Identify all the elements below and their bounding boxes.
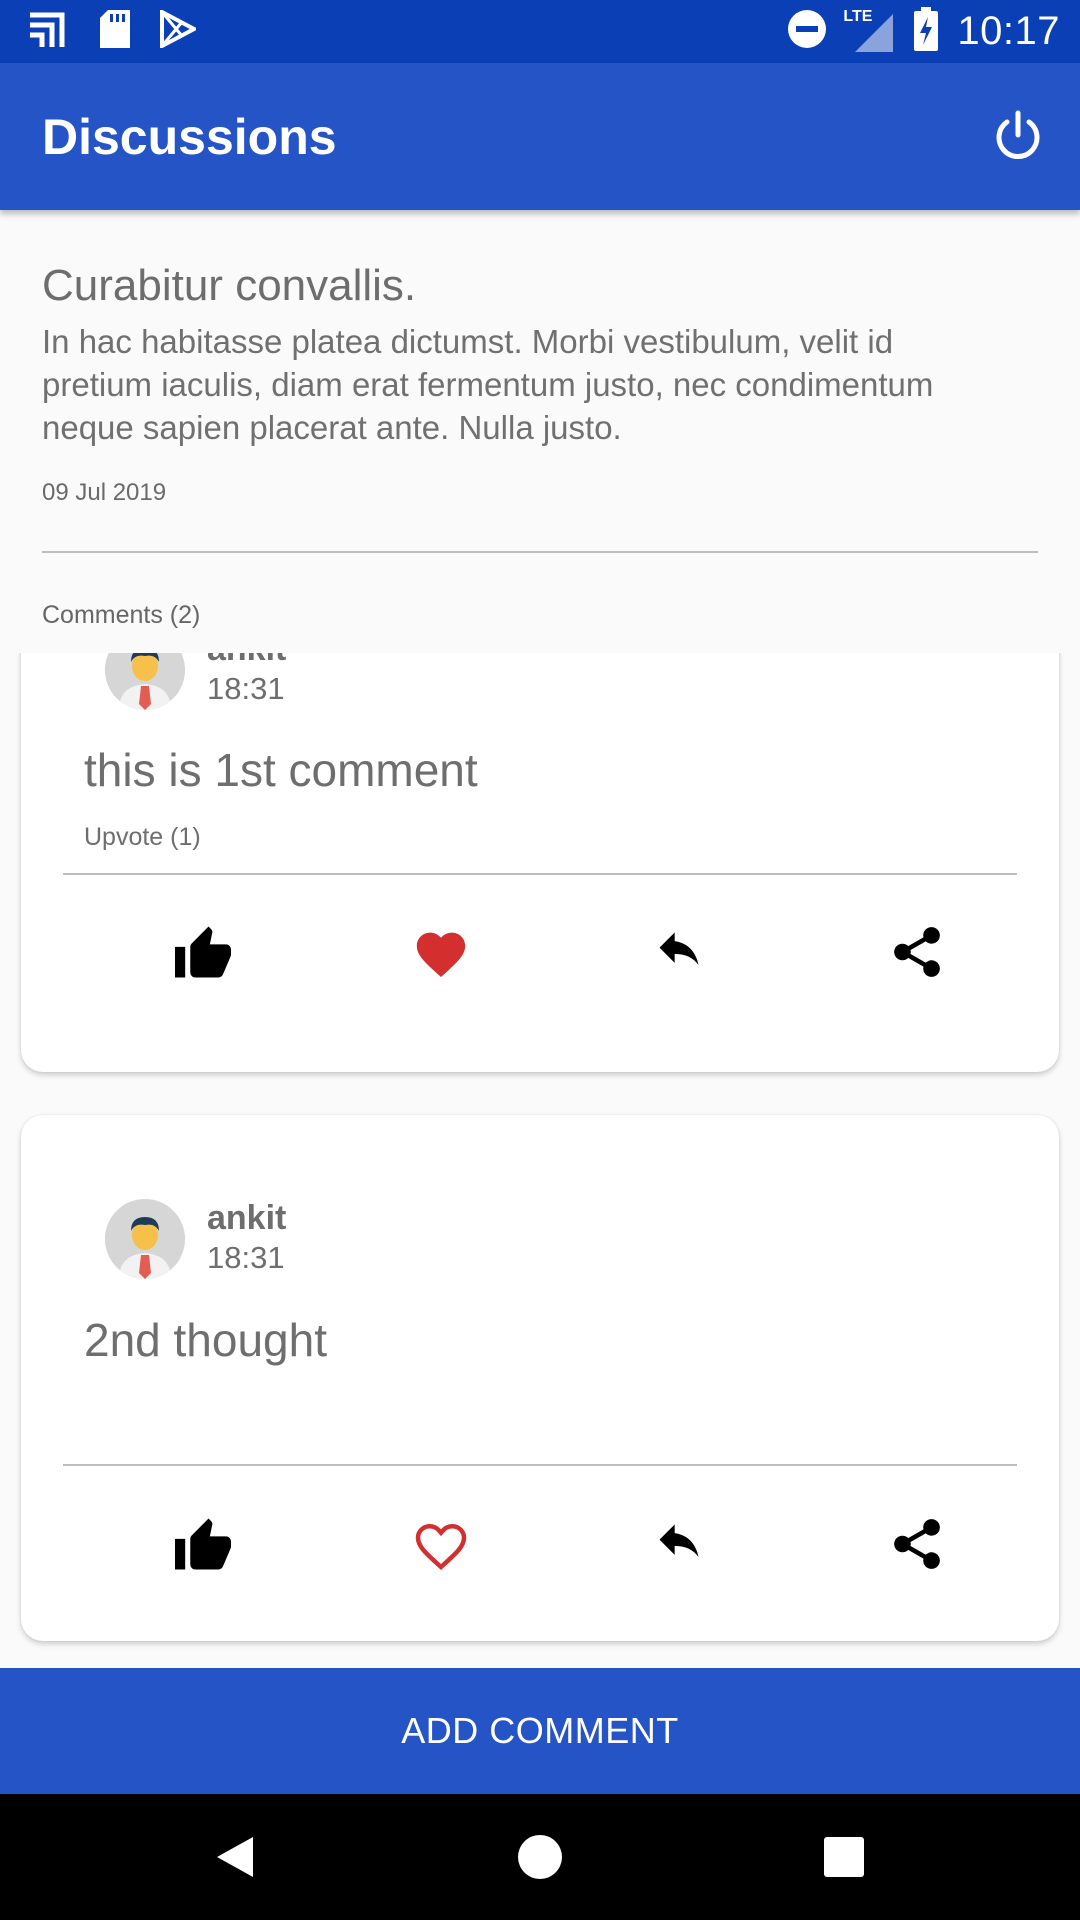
divider [63, 1464, 1017, 1466]
battery-charging-icon [913, 7, 939, 56]
avatar [105, 653, 185, 710]
do-not-disturb-icon [787, 9, 827, 54]
comment-actions [21, 902, 1059, 1002]
share-icon[interactable] [867, 1494, 967, 1594]
notification-stack-icon [26, 9, 70, 54]
home-icon[interactable] [508, 1825, 572, 1889]
comment-header: ankit 18:31 [105, 653, 286, 710]
upvote-count: Upvote (1) [84, 823, 201, 851]
comment-header: ankit 18:31 [105, 1199, 286, 1279]
navigation-bar [0, 1794, 1080, 1920]
comment-card: ankit 18:31 2nd thought [21, 1115, 1059, 1641]
divider [42, 551, 1038, 554]
power-icon[interactable] [990, 109, 1046, 165]
share-icon[interactable] [867, 902, 967, 1002]
play-store-icon [160, 8, 199, 53]
comment-time: 18:31 [207, 1240, 285, 1276]
avatar [105, 1199, 185, 1279]
heart-outline-icon[interactable] [391, 1494, 491, 1594]
post-title: Curabitur convallis. [42, 261, 417, 310]
app-bar: Discussions [0, 63, 1080, 210]
lte-signal-icon: LTE [843, 7, 895, 54]
author-name: ankit [207, 1199, 287, 1238]
reply-icon[interactable] [629, 902, 729, 1002]
comments-label: Comments (2) [42, 601, 201, 630]
author-name: ankit [207, 653, 286, 669]
heart-filled-icon[interactable] [391, 902, 491, 1002]
comment-actions [21, 1494, 1059, 1594]
reply-icon[interactable] [629, 1494, 729, 1594]
thumbs-up-icon[interactable] [153, 1494, 253, 1594]
discussion-post: Curabitur convallis. In hac habitasse pl… [0, 210, 1080, 653]
add-comment-button[interactable]: ADD COMMENT [0, 1668, 1080, 1794]
back-icon[interactable] [203, 1825, 267, 1889]
comment-text: 2nd thought [84, 1314, 328, 1366]
lte-label: LTE [843, 7, 873, 25]
page-title: Discussions [42, 108, 337, 165]
post-body: In hac habitasse platea dictumst. Morbi … [42, 322, 934, 446]
recents-icon[interactable] [812, 1825, 876, 1889]
comment-text: this is 1st comment [84, 744, 478, 796]
post-date: 09 Jul 2019 [42, 479, 167, 507]
comment-time: 18:31 [207, 671, 285, 707]
status-bar: LTE 10:17 [0, 0, 1080, 63]
comment-card: ankit 18:31 this is 1st comment Upvote (… [21, 653, 1059, 1072]
thumbs-up-icon[interactable] [153, 902, 253, 1002]
status-time: 10:17 [957, 9, 1060, 53]
comments-list[interactable]: ankit 18:31 this is 1st comment Upvote (… [0, 653, 1080, 1668]
sd-card-icon [98, 10, 132, 53]
divider [63, 873, 1017, 875]
